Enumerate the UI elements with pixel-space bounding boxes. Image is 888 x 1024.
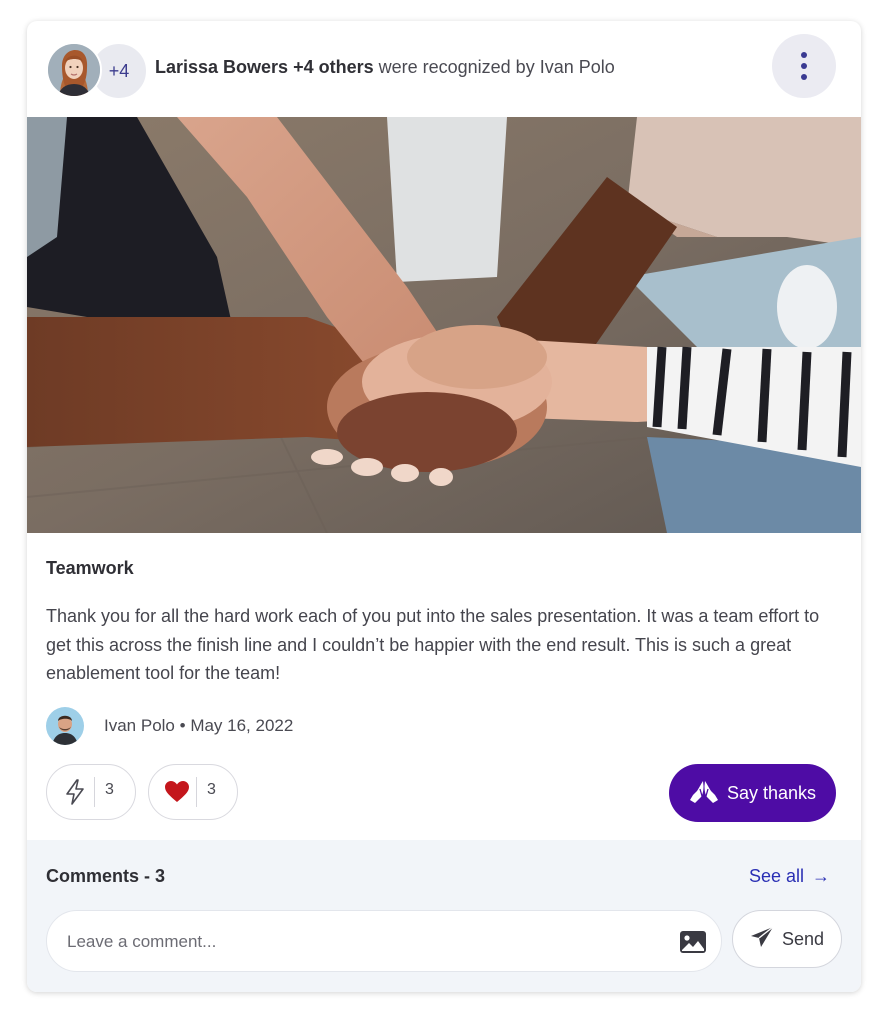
send-button[interactable]: Send: [732, 910, 842, 968]
author-name[interactable]: Ivan Polo: [104, 716, 175, 735]
praying-hands-icon: [689, 778, 719, 809]
see-all-link[interactable]: See all →: [749, 866, 830, 887]
more-vertical-icon: [801, 52, 807, 58]
heart-reaction-count: 3: [207, 781, 216, 798]
heart-reaction-button[interactable]: 3: [148, 764, 238, 820]
comments-title: Comments - 3: [46, 866, 166, 886]
image-upload-icon[interactable]: [679, 930, 707, 954]
author-avatar[interactable]: [46, 707, 84, 745]
comments-section: Comments - 3 See all → Send: [27, 840, 861, 992]
send-label: Send: [781, 928, 825, 949]
say-thanks-button[interactable]: Say thanks: [669, 764, 836, 822]
meta-separator: •: [179, 716, 186, 735]
heart-icon: [163, 778, 191, 806]
lightning-icon: [61, 778, 89, 806]
recognition-photo: [27, 117, 861, 533]
comment-input[interactable]: [65, 925, 649, 959]
say-thanks-label: Say thanks: [726, 782, 817, 803]
more-options-button[interactable]: [772, 34, 836, 98]
send-icon: [750, 925, 774, 953]
post-date: May 16, 2022: [190, 716, 294, 735]
see-all-label: See all: [749, 866, 805, 886]
recipient-avatar[interactable]: [46, 42, 102, 98]
recipients-link[interactable]: Larissa Bowers +4 others: [155, 57, 374, 77]
lightning-reaction-count: 3: [105, 781, 114, 798]
arrow-right-icon: →: [812, 866, 831, 886]
author-line: Ivan Polo • May 16, 2022: [104, 716, 293, 736]
card-header: +4 Larissa Bowers +4 others were recogni…: [27, 21, 861, 117]
award-title: Teamwork: [46, 558, 134, 578]
recognition-message: Thank you for all the hard work each of …: [46, 606, 820, 683]
lightning-reaction-button[interactable]: 3: [46, 764, 136, 820]
recognition-action-text: were recognized by Ivan Polo: [373, 57, 615, 77]
comment-box: [46, 910, 722, 972]
recognition-card: +4 Larissa Bowers +4 others were recogni…: [27, 21, 861, 992]
recognition-headline: Larissa Bowers +4 others were recognized…: [155, 57, 615, 78]
